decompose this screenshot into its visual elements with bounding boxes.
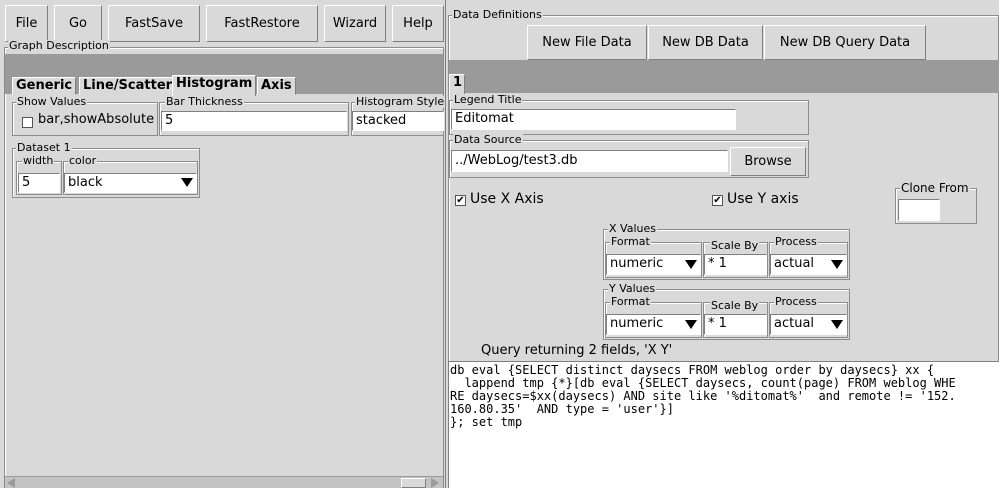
query-text-area[interactable]: db eval {SELECT distinct daysecs FROM we… — [448, 361, 999, 488]
help-menu-button[interactable]: Help — [392, 5, 444, 42]
x-scale-input[interactable]: * 1 — [704, 254, 767, 275]
go-menu-button[interactable]: Go — [54, 5, 102, 42]
chevron-down-icon — [685, 319, 697, 329]
y-values-label: Y Values — [608, 282, 657, 295]
show-absolute-checkbox[interactable] — [22, 117, 33, 128]
y-process-select[interactable]: actual — [770, 314, 847, 335]
clone-from-label: Clone From — [900, 181, 970, 195]
x-format-value: numeric — [610, 256, 664, 271]
dataset-color-select[interactable]: black — [64, 173, 197, 193]
y-scale-label: Scale By — [710, 299, 760, 312]
histogram-style-input[interactable]: stacked — [352, 111, 444, 131]
tab-histogram[interactable]: Histogram — [172, 75, 257, 96]
dataset-color-label: color — [68, 154, 98, 167]
show-values-label: Show Values — [16, 95, 88, 108]
check-icon: ✔ — [456, 195, 465, 206]
browse-button[interactable]: Browse — [730, 147, 806, 176]
chevron-down-icon — [831, 259, 843, 269]
x-process-value: actual — [774, 256, 815, 271]
data-tab-strip — [449, 60, 999, 93]
tab-dataset-1[interactable]: 1 — [449, 74, 465, 94]
fastsave-button[interactable]: FastSave — [108, 5, 200, 42]
clone-from-input[interactable] — [898, 199, 940, 221]
tab-line-scatter[interactable]: Line/Scatter — [79, 77, 177, 95]
horizontal-scrollbar[interactable] — [5, 476, 443, 488]
data-source-input[interactable]: ../WebLog/test3.db — [451, 150, 728, 172]
check-icon: ✔ — [713, 195, 722, 206]
y-process-label: Process — [774, 295, 818, 308]
graph-description-label: Graph Description — [8, 39, 110, 52]
data-definitions-label: Data Definitions — [452, 8, 543, 21]
legend-title-label: Legend Title — [453, 93, 523, 106]
chevron-down-icon — [831, 319, 843, 329]
tab-generic[interactable]: Generic — [12, 77, 77, 95]
chevron-down-icon — [685, 259, 697, 269]
x-format-label: Format — [610, 235, 651, 248]
use-x-axis-label: Use X Axis — [470, 191, 544, 207]
bar-thickness-label: Bar Thickness — [165, 95, 244, 108]
x-values-label: X Values — [608, 222, 657, 235]
legend-title-input[interactable]: Editomat — [451, 109, 736, 130]
dataset-width-label: width — [22, 154, 55, 167]
new-db-data-button[interactable]: New DB Data — [648, 25, 763, 60]
histogram-style-label: Histogram Style — [355, 95, 446, 108]
use-y-axis-checkbox[interactable]: ✔ — [712, 195, 723, 206]
x-scale-label: Scale By — [710, 239, 760, 252]
y-format-label: Format — [610, 295, 651, 308]
y-format-value: numeric — [610, 316, 664, 331]
bar-thickness-input[interactable]: 5 — [161, 111, 347, 131]
y-scale-input[interactable]: * 1 — [704, 314, 767, 335]
wizard-button[interactable]: Wizard — [324, 5, 386, 42]
scrollbar-thumb[interactable] — [401, 478, 426, 488]
file-menu-button[interactable]: File — [5, 5, 48, 42]
scroll-right-icon[interactable] — [431, 478, 439, 488]
x-format-select[interactable]: numeric — [606, 254, 701, 275]
y-process-value: actual — [774, 316, 815, 331]
data-source-label: Data Source — [453, 133, 523, 146]
fastrestore-button[interactable]: FastRestore — [206, 5, 318, 42]
scroll-left-icon[interactable] — [7, 478, 15, 488]
x-process-select[interactable]: actual — [770, 254, 847, 275]
y-format-select[interactable]: numeric — [606, 314, 701, 335]
x-process-label: Process — [774, 235, 818, 248]
dataset-width-input[interactable]: 5 — [18, 173, 60, 193]
pane-separator[interactable] — [445, 0, 446, 488]
chevron-down-icon — [181, 178, 193, 187]
use-x-axis-checkbox[interactable]: ✔ — [455, 195, 466, 206]
use-y-axis-label: Use Y axis — [727, 191, 799, 207]
dataset-label: Dataset 1 — [16, 141, 72, 154]
new-db-query-data-button[interactable]: New DB Query Data — [764, 25, 926, 60]
new-file-data-button[interactable]: New File Data — [527, 25, 647, 60]
query-line: 160.80.35' AND type = 'user'}] — [450, 402, 674, 416]
show-absolute-label: bar,showAbsolute — [38, 112, 155, 127]
dataset-color-value: black — [68, 175, 103, 190]
query-line: }; set tmp — [450, 415, 523, 429]
query-status-text: Query returning 2 fields, 'X Y' — [481, 343, 673, 358]
tab-axis[interactable]: Axis — [257, 77, 296, 95]
